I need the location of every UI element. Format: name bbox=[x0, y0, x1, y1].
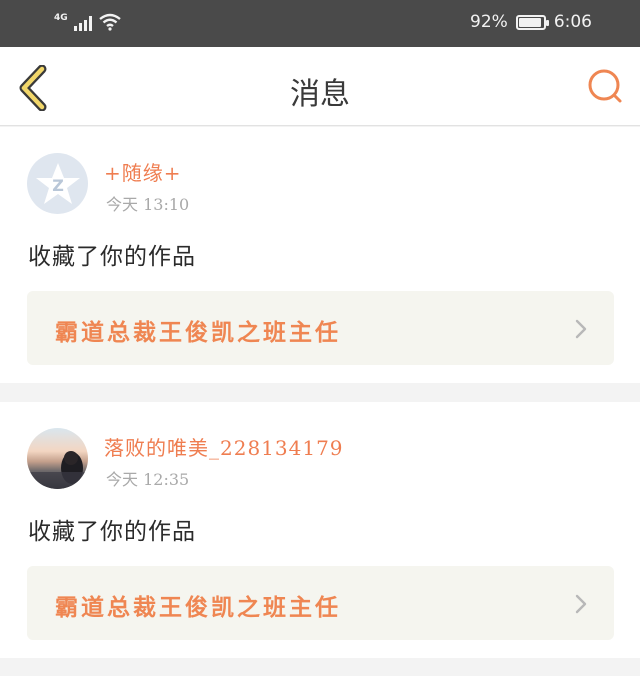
page-title: 消息 bbox=[290, 77, 350, 112]
work-title: 霸道总裁王俊凯之班主任 bbox=[55, 594, 341, 621]
network-label: 4G bbox=[54, 13, 68, 23]
action-text: 收藏了你的作品 bbox=[28, 519, 196, 545]
battery-fill bbox=[518, 17, 541, 27]
signal-icon bbox=[73, 15, 92, 31]
work-title: 霸道总裁王俊凯之班主任 bbox=[55, 319, 341, 346]
status-right: 92% 6:06 bbox=[470, 12, 592, 32]
work-link[interactable]: 霸道总裁王俊凯之班主任 bbox=[27, 291, 614, 365]
notification-card: Z +随缘+ 今天 13:10 收藏了你的作品 霸道总裁王俊凯之班主任 bbox=[0, 127, 640, 383]
timestamp: 今天 13:10 bbox=[106, 195, 190, 214]
nav-bar: 消息 bbox=[0, 47, 640, 126]
work-link[interactable]: 霸道总裁王俊凯之班主任 bbox=[27, 566, 614, 640]
notification-card: 落败的唯美_228134179 今天 12:35 收藏了你的作品 霸道总裁王俊凯… bbox=[0, 402, 640, 658]
action-text: 收藏了你的作品 bbox=[28, 244, 196, 270]
status-left: 4G bbox=[54, 13, 122, 31]
clock: 6:06 bbox=[553, 12, 592, 32]
avatar[interactable] bbox=[27, 428, 88, 489]
search-icon[interactable] bbox=[586, 67, 624, 105]
battery-percent: 92% bbox=[470, 12, 508, 32]
user-photo bbox=[27, 451, 88, 489]
star-icon: Z bbox=[35, 162, 80, 204]
chevron-right-icon bbox=[575, 594, 587, 614]
battery-icon bbox=[515, 14, 549, 30]
chevron-right-icon bbox=[575, 319, 587, 339]
username[interactable]: +随缘+ bbox=[104, 157, 182, 186]
svg-text:Z: Z bbox=[52, 176, 64, 195]
status-bar: 4G 92% 6:06 bbox=[0, 0, 640, 47]
default-avatar-icon[interactable]: Z bbox=[27, 153, 88, 214]
wifi-icon bbox=[98, 13, 121, 31]
timestamp: 今天 12:35 bbox=[106, 470, 190, 489]
username[interactable]: 落败的唯美_228134179 bbox=[104, 432, 344, 461]
